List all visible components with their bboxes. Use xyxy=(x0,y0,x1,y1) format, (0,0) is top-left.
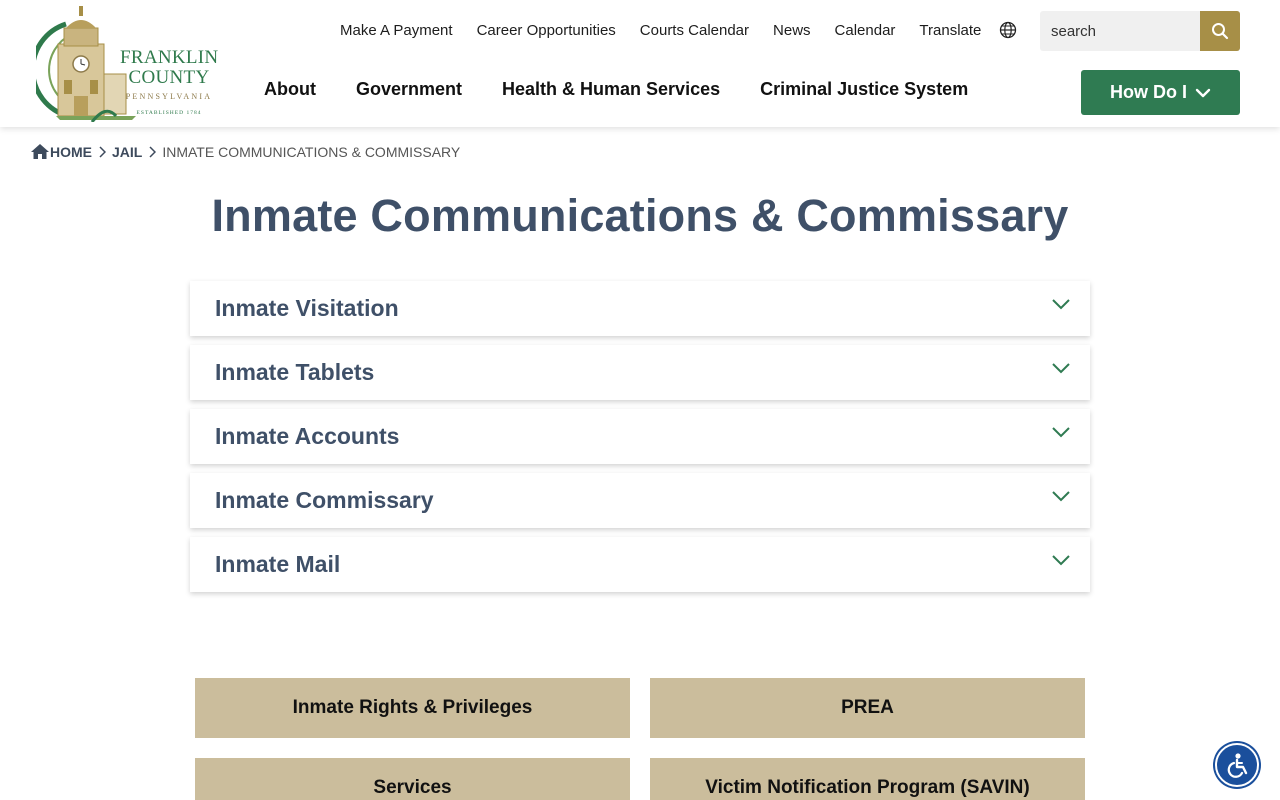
chevron-down-icon xyxy=(1052,427,1070,438)
how-do-i-button[interactable]: How Do I xyxy=(1081,70,1240,115)
chevron-down-icon xyxy=(1052,363,1070,374)
logo-wordmark: FRANKLIN COUNTY PENNSYLVANIA ESTABLISHED… xyxy=(120,48,218,117)
breadcrumb-current: INMATE COMMUNICATIONS & COMMISSARY xyxy=(162,143,461,160)
how-do-i-label: How Do I xyxy=(1110,82,1187,102)
tile-inmate-rights-privileges[interactable]: Inmate Rights & Privileges xyxy=(195,678,630,738)
accordion-item-inmate-tablets[interactable]: Inmate Tablets xyxy=(190,345,1090,400)
utility-link-calendar[interactable]: Calendar xyxy=(835,22,896,39)
chevron-down-icon xyxy=(1052,491,1070,502)
chevron-right-icon xyxy=(148,145,157,158)
accordion: Inmate Visitation Inmate Tablets Inmate … xyxy=(190,281,1090,601)
accordion-item-inmate-visitation[interactable]: Inmate Visitation xyxy=(190,281,1090,336)
accordion-title: Inmate Mail xyxy=(215,551,341,577)
franklin-county-logo[interactable]: FRANKLIN COUNTY PENNSYLVANIA ESTABLISHED… xyxy=(30,4,220,123)
chevron-down-icon xyxy=(1195,88,1211,97)
utility-link-news[interactable]: News xyxy=(773,22,811,39)
accordion-item-inmate-commissary[interactable]: Inmate Commissary xyxy=(190,473,1090,528)
logo-line-established: ESTABLISHED 1784 xyxy=(136,110,202,116)
accordion-title: Inmate Tablets xyxy=(215,359,375,385)
breadcrumb-home[interactable]: HOME xyxy=(50,144,92,160)
breadcrumb-jail[interactable]: JAIL xyxy=(112,144,142,160)
utility-link-translate[interactable]: Translate xyxy=(919,22,981,39)
accordion-title: Inmate Visitation xyxy=(215,295,399,321)
accessibility-button[interactable] xyxy=(1215,743,1259,787)
home-icon[interactable] xyxy=(30,143,50,160)
tile-services[interactable]: Services xyxy=(195,758,630,800)
chevron-right-icon xyxy=(98,145,106,158)
search-button[interactable] xyxy=(1200,11,1240,51)
logo-line-county: COUNTY xyxy=(128,67,210,88)
accessibility-icon xyxy=(1227,753,1248,778)
search-box xyxy=(1040,11,1240,51)
logo-line-franklin: FRANKLIN xyxy=(120,47,219,68)
chevron-down-icon xyxy=(1052,299,1070,310)
accordion-item-inmate-accounts[interactable]: Inmate Accounts xyxy=(190,409,1090,464)
site-header: FRANKLIN COUNTY PENNSYLVANIA ESTABLISHED… xyxy=(0,0,1280,127)
accordion-title: Inmate Commissary xyxy=(215,487,434,513)
page-title: Inmate Communications & Commissary xyxy=(211,190,1069,241)
utility-link-courts-calendar[interactable]: Courts Calendar xyxy=(640,22,749,39)
tile-victim-notification-program[interactable]: Victim Notification Program (SAVIN) xyxy=(650,758,1085,800)
nav-item-criminal-justice-system[interactable]: Criminal Justice System xyxy=(760,79,968,100)
main-nav: About Government Health & Human Services… xyxy=(264,79,1008,100)
nav-item-government[interactable]: Government xyxy=(356,79,462,100)
breadcrumb: HOME JAIL INMATE COMMUNICATIONS & COMMIS… xyxy=(30,143,460,160)
accordion-item-inmate-mail[interactable]: Inmate Mail xyxy=(190,537,1090,592)
nav-item-about[interactable]: About xyxy=(264,79,316,100)
globe-icon[interactable] xyxy=(999,21,1017,39)
logo-line-state: PENNSYLVANIA xyxy=(125,92,213,101)
utility-link-career-opportunities[interactable]: Career Opportunities xyxy=(477,22,616,39)
chevron-down-icon xyxy=(1052,555,1070,566)
utility-nav: Make A Payment Career Opportunities Cour… xyxy=(340,21,1017,39)
search-icon xyxy=(1212,23,1229,40)
search-input[interactable] xyxy=(1040,11,1200,51)
nav-item-health-human-services[interactable]: Health & Human Services xyxy=(502,79,720,100)
accordion-title: Inmate Accounts xyxy=(215,423,400,449)
utility-link-make-a-payment[interactable]: Make A Payment xyxy=(340,22,453,39)
tile-prea[interactable]: PREA xyxy=(650,678,1085,738)
